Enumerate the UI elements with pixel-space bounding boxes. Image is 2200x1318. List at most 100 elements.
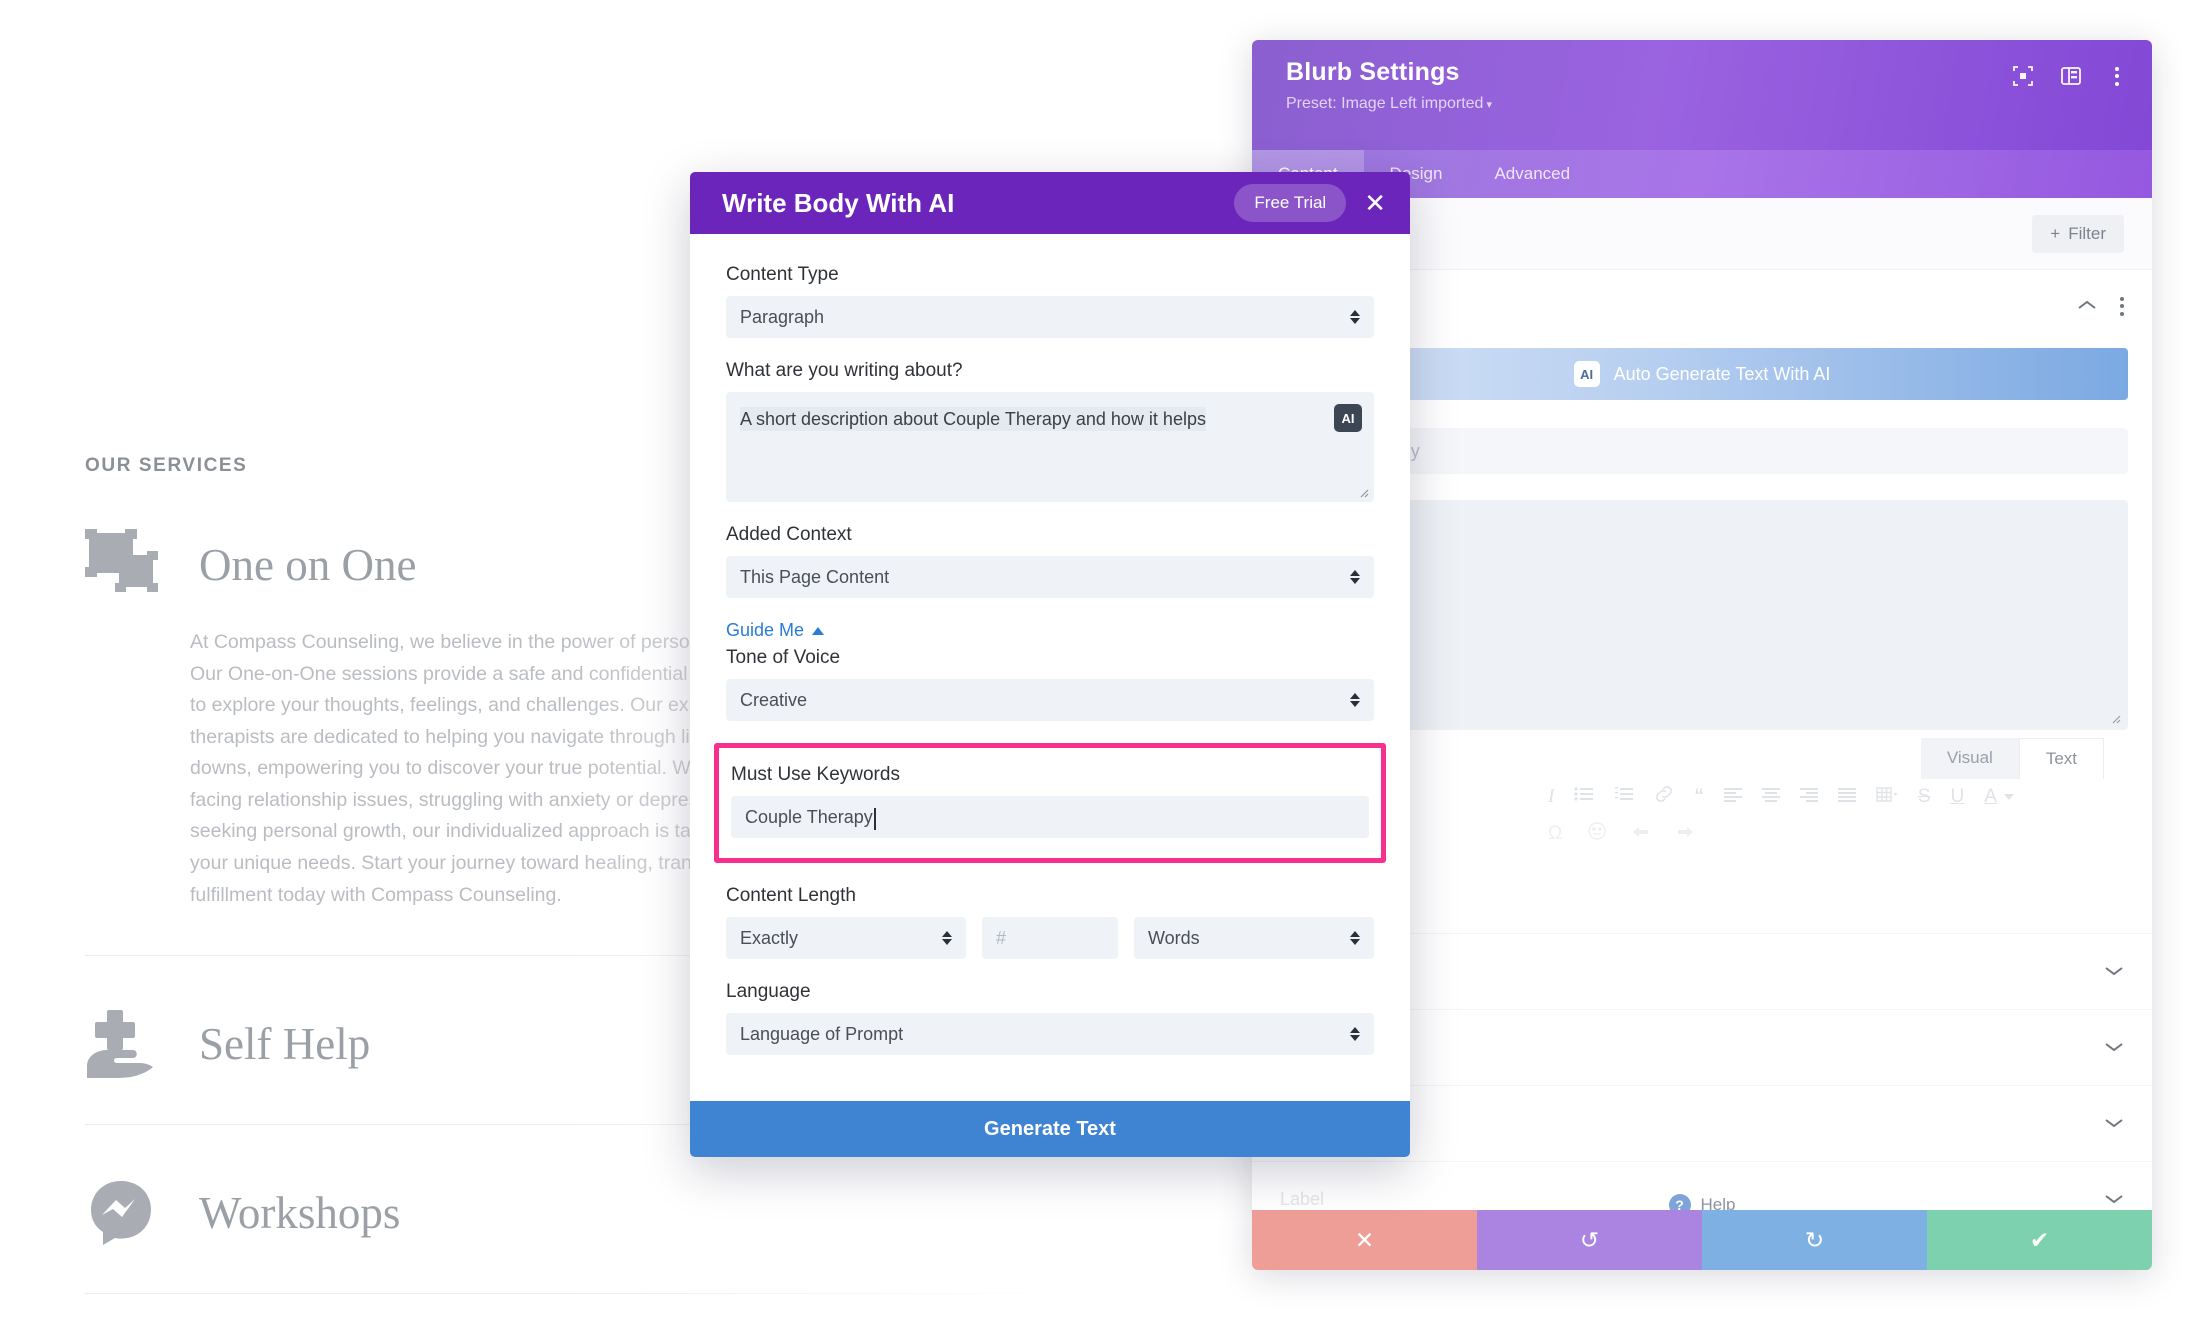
content-type-select[interactable]: Paragraph [726,296,1374,338]
content-length-mode-select[interactable]: Exactly [726,917,966,959]
chevron-down-icon[interactable] [2104,961,2124,983]
content-length-mode-value: Exactly [740,927,799,948]
layout-icon[interactable] [2060,65,2082,87]
service-title: Self Help [199,1019,371,1070]
align-right-icon[interactable] [1799,786,1818,808]
chevron-up-icon[interactable] [2077,295,2097,317]
content-length-label: Content Length [726,885,856,906]
tab-text[interactable]: Text [2018,738,2104,779]
table-icon[interactable] [1876,786,1898,808]
more-options-icon[interactable] [2108,66,2126,86]
write-body-with-ai-modal: Write Body With AI Free Trial ✕ Content … [690,172,1410,1157]
free-trial-badge[interactable]: Free Trial [1234,184,1347,222]
redo-icon[interactable] [1676,823,1694,845]
language-label: Language [726,981,811,1002]
tone-of-voice-group: Tone of Voice Creative [726,647,1374,721]
spinner-icon [1350,310,1360,324]
close-icon[interactable]: ✕ [1364,190,1386,216]
underline-icon[interactable]: U [1951,786,1965,808]
modal-title: Write Body With AI [722,187,955,218]
text-color-icon[interactable]: A [1984,786,2014,808]
added-context-label: Added Context [726,524,852,545]
plus-icon: + [2050,223,2061,243]
content-type-group: Content Type Paragraph [726,264,1374,338]
tab-advanced[interactable]: Advanced [1468,150,1596,198]
save-button[interactable]: ✔ [1927,1210,2152,1270]
rich-text-toolbar: I “ S U A Ω [1548,786,2108,846]
content-length-number-input[interactable]: # [982,917,1118,959]
language-value: Language of Prompt [740,1023,904,1044]
panel-header: Blurb Settings Preset: Image Left import… [1252,40,2152,150]
prompt-label: What are you writing about? [726,360,963,381]
blockquote-icon[interactable]: “ [1694,786,1704,808]
tab-visual[interactable]: Visual [1920,738,2019,779]
prompt-value: A short description about Couple Therapy… [740,407,1206,431]
filter-button-label: Filter [2068,223,2106,243]
service-title: One on One [199,540,417,590]
language-select[interactable]: Language of Prompt [726,1013,1374,1055]
discard-button[interactable]: ✕ [1252,1210,1477,1270]
undo-button[interactable]: ↺ [1477,1210,1702,1270]
filter-button[interactable]: + Filter [2032,214,2124,253]
panel-title: Blurb Settings [1286,58,1460,86]
generate-text-button[interactable]: Generate Text [690,1101,1410,1157]
bullet-list-icon[interactable] [1574,786,1594,808]
tone-of-voice-value: Creative [740,689,808,710]
language-group: Language Language of Prompt [726,981,1374,1055]
editor-mode-tabs: Visual Text [1920,738,2104,779]
workshops-icon [85,1177,171,1249]
panel-preset-label: Preset: Image Left imported [1286,95,1484,112]
tone-of-voice-select[interactable]: Creative [726,679,1374,721]
fullscreen-icon[interactable] [2012,65,2034,87]
spinner-icon [1350,693,1360,707]
content-length-group: Content Length Exactly # Words [726,885,1374,959]
prompt-group: What are you writing about? A short desc… [726,360,1374,502]
ai-icon[interactable]: AI [1334,404,1362,432]
must-use-keywords-value: Couple Therapy [745,806,876,830]
numbered-list-icon[interactable] [1614,786,1634,808]
panel-action-bar: ✕ ↺ ↻ ✔ [1252,1210,2152,1270]
chevron-up-icon [812,626,825,635]
auto-generate-label: Auto Generate Text With AI [1613,363,1831,384]
spinner-icon [1350,931,1360,945]
guide-me-toggle[interactable]: Guide Me [726,620,1374,641]
added-context-select[interactable]: This Page Content [726,556,1374,598]
spinner-icon [1350,570,1360,584]
added-context-value: This Page Content [740,566,890,587]
must-use-keywords-label: Must Use Keywords [731,764,900,785]
align-center-icon[interactable] [1761,786,1780,808]
content-type-label: Content Type [726,264,839,285]
self-help-icon [85,1008,171,1080]
tone-of-voice-label: Tone of Voice [726,647,841,668]
strikethrough-icon[interactable]: S [1918,786,1931,808]
content-length-unit-value: Words [1148,927,1200,948]
align-justify-icon[interactable] [1837,786,1856,808]
undo-icon[interactable] [1632,823,1650,845]
modal-body: Content Type Paragraph What are you writ… [690,234,1410,1101]
special-character-icon[interactable]: Ω [1548,823,1562,845]
resize-handle[interactable] [1357,486,1369,498]
ai-icon: AI [1573,361,1600,387]
redo-button[interactable]: ↻ [1702,1210,1927,1270]
content-type-value: Paragraph [740,306,825,327]
service-title: Workshops [199,1188,401,1239]
one-on-one-icon [85,529,171,601]
spinner-icon [942,931,952,945]
resize-handle[interactable] [2109,712,2121,724]
guide-me-label: Guide Me [726,620,805,640]
added-context-group: Added Context This Page Content [726,524,1374,598]
chevron-down-icon[interactable] [2104,1037,2124,1059]
chevron-down-icon[interactable] [2104,1113,2124,1135]
align-left-icon[interactable] [1723,786,1742,808]
panel-preset[interactable]: Preset: Image Left imported ▾ [1286,95,2126,113]
italic-icon[interactable]: I [1548,786,1554,808]
content-length-unit-select[interactable]: Words [1134,917,1374,959]
chevron-down-icon: ▾ [1486,99,1492,111]
spinner-icon [1350,1027,1360,1041]
link-icon[interactable] [1654,786,1674,808]
prompt-textarea[interactable]: A short description about Couple Therapy… [726,392,1374,502]
must-use-keywords-input[interactable]: Couple Therapy [731,796,1369,838]
section-more-options-icon[interactable] [2119,296,2124,316]
screen: OUR SERVICES One on One At Compass Couns… [0,0,2200,1318]
emoji-icon[interactable] [1588,822,1606,846]
